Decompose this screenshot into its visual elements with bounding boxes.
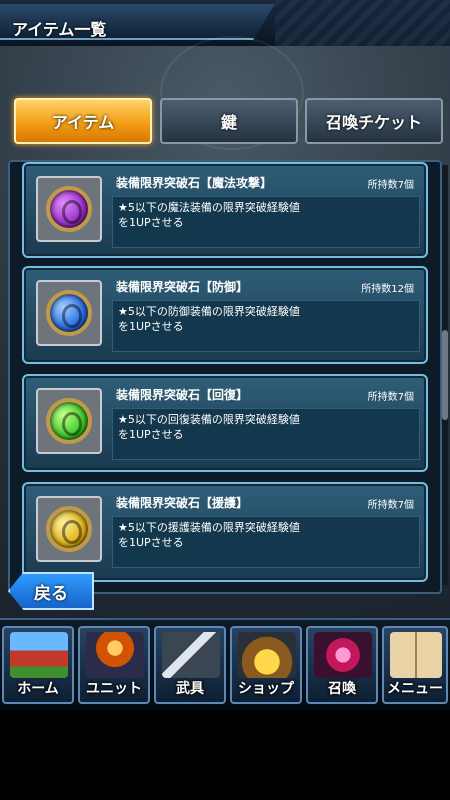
list-item[interactable]: 装備限界突破石【回復】 所持数7個 ★5以下の回復装備の限界突破経験値 を1UP… — [22, 374, 428, 472]
nav-home[interactable]: ホーム — [2, 626, 74, 704]
item-count: 所持数7個 — [367, 392, 414, 403]
tab-summon-tickets[interactable]: 召喚チケット — [305, 98, 443, 144]
shop-icon — [238, 632, 296, 678]
item-description-line: を1UPさせる — [118, 428, 184, 441]
item-description: ★5以下の防御装備の限界突破経験値 を1UPさせる — [118, 304, 418, 334]
item-name: 装備限界突破石【魔法攻撃】 — [116, 176, 273, 190]
item-description-line: ★5以下の魔法装備の限界突破経験値 — [118, 201, 300, 214]
item-description-line: を1UPさせる — [118, 536, 184, 549]
green-gem-icon — [46, 398, 92, 444]
blue-gem-icon — [46, 290, 92, 336]
list-item[interactable]: 装備限界突破石【魔法攻撃】 所持数7個 ★5以下の魔法装備の限界突破経験値 を1… — [22, 162, 428, 258]
item-name: 装備限界突破石【援護】 — [116, 496, 249, 510]
item-description-line: を1UPさせる — [118, 320, 184, 333]
nav-label: メニュー — [387, 681, 443, 697]
item-description-line: ★5以下の防御装備の限界突破経験値 — [118, 305, 300, 318]
item-icon-frame — [36, 280, 102, 346]
tab-items[interactable]: アイテム — [14, 98, 152, 144]
item-icon-frame — [36, 388, 102, 454]
back-button-label: 戻る — [34, 583, 68, 604]
item-description-line: ★5以下の援護装備の限界突破経験値 — [118, 521, 300, 534]
nav-label: ショップ — [238, 681, 294, 697]
page-title: アイテム一覧 — [12, 20, 107, 39]
title-plate: アイテム一覧 — [0, 4, 275, 40]
unit-icon — [86, 632, 144, 678]
back-button[interactable]: 戻る — [8, 572, 94, 610]
nav-label: 召喚 — [328, 681, 356, 697]
item-description-line: ★5以下の回復装備の限界突破経験値 — [118, 413, 300, 426]
item-count: 所持数7個 — [367, 500, 414, 511]
item-count: 所持数7個 — [367, 180, 414, 191]
tab-keys-label: 鍵 — [220, 113, 237, 132]
nav-unit[interactable]: ユニット — [78, 626, 150, 704]
yellow-gem-icon — [46, 506, 92, 552]
item-description: ★5以下の援護装備の限界突破経験値 を1UPさせる — [118, 520, 418, 550]
item-description: ★5以下の回復装備の限界突破経験値 を1UPさせる — [118, 412, 418, 442]
menu-icon — [390, 632, 442, 678]
weapon-icon — [162, 632, 220, 678]
purple-gem-icon — [46, 186, 92, 232]
nav-shop[interactable]: ショップ — [230, 626, 302, 704]
item-description-line: を1UPさせる — [118, 216, 184, 229]
nav-label: ホーム — [17, 681, 59, 697]
list-item[interactable]: 装備限界突破石【防御】 所持数12個 ★5以下の防御装備の限界突破経験値 を1U… — [22, 266, 428, 364]
item-icon-frame — [36, 176, 102, 242]
item-icon-frame — [36, 496, 102, 562]
item-name: 装備限界突破石【防御】 — [116, 280, 249, 294]
home-icon — [10, 632, 68, 678]
item-count: 所持数12個 — [361, 284, 414, 295]
list-item[interactable]: 装備限界突破石【援護】 所持数7個 ★5以下の援護装備の限界突破経験値 を1UP… — [22, 482, 428, 582]
nav-menu[interactable]: メニュー — [382, 626, 448, 704]
tab-items-label: アイテム — [51, 113, 115, 132]
summon-icon — [314, 632, 372, 678]
tab-keys[interactable]: 鍵 — [160, 98, 298, 144]
item-description: ★5以下の魔法装備の限界突破経験値 を1UPさせる — [118, 200, 418, 230]
nav-weapon[interactable]: 武具 — [154, 626, 226, 704]
nav-label: 武具 — [176, 681, 204, 697]
nav-summon[interactable]: 召喚 — [306, 626, 378, 704]
nav-label: ユニット — [86, 681, 142, 697]
item-name: 装備限界突破石【回復】 — [116, 388, 249, 402]
header-decoration — [275, 0, 450, 46]
scrollbar-thumb[interactable] — [442, 330, 448, 420]
tab-summon-tickets-label: 召喚チケット — [325, 113, 422, 132]
